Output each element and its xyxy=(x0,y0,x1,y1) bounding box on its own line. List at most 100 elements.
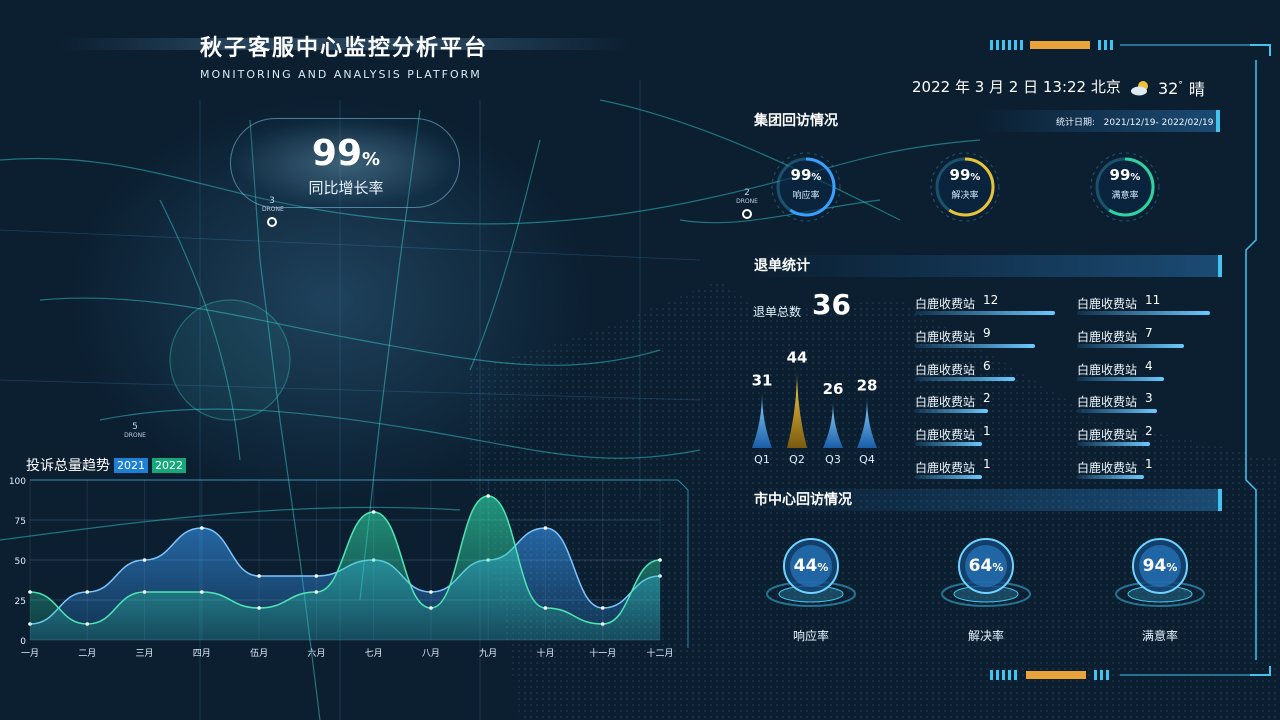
refund-row-name: 白鹿收费站 xyxy=(1077,428,1138,443)
refund-total-label: 退单总数 xyxy=(753,305,802,319)
x-tick-label: 十月 xyxy=(536,647,554,659)
refund-section-title: 退单统计 xyxy=(754,258,810,274)
marker-type: DRONE xyxy=(262,206,284,213)
city-section-title: 市中心回访情况 xyxy=(754,492,852,508)
refund-row-value: 9 xyxy=(983,325,991,340)
x-tick-label: 四月 xyxy=(193,648,211,659)
y-tick-label: 75 xyxy=(15,517,26,527)
refund-row-name: 白鹿收费站 xyxy=(915,362,976,377)
series-point xyxy=(200,590,204,594)
refund-row-bar xyxy=(915,475,982,479)
refund-row: 白鹿收费站 1 xyxy=(1077,457,1227,479)
cone-q2 xyxy=(787,370,807,448)
cone-label: Q2 xyxy=(789,453,805,466)
series-point xyxy=(600,622,605,626)
y-tick-label: 0 xyxy=(20,637,26,647)
footer-decoration xyxy=(990,666,1271,680)
series-point xyxy=(85,590,90,594)
refund-row-bar xyxy=(1077,376,1164,381)
refund-row-value: 1 xyxy=(983,457,991,471)
series-point xyxy=(600,606,605,610)
marker-type: DRONE xyxy=(736,198,758,205)
refund-total-value: 36 xyxy=(812,288,851,321)
map-marker-2[interactable]: 2 DRONE xyxy=(736,188,758,219)
refund-row-name: 白鹿收费站 xyxy=(915,461,976,475)
marker-type: DRONE xyxy=(124,432,146,439)
ring-label: 满意率 xyxy=(1111,191,1139,201)
refund-row-bar xyxy=(915,376,1015,381)
series-point xyxy=(543,606,548,610)
series-point xyxy=(257,606,261,610)
refund-row-value: 1 xyxy=(1145,457,1153,471)
weather-temperature: 32° xyxy=(1158,78,1183,98)
page-title: 秋子客服中心监控分析平台 xyxy=(200,36,489,61)
cone-q4 xyxy=(857,398,877,448)
series-point xyxy=(142,558,147,562)
x-tick-label: 十二月 xyxy=(646,647,673,659)
refund-row-name: 白鹿收费站 xyxy=(915,329,976,344)
refund-row: 白鹿收费站 1 xyxy=(915,424,1065,447)
cone-label: Q3 xyxy=(825,453,841,466)
refund-row-bar xyxy=(1077,475,1144,479)
cone-value: 31 xyxy=(752,371,773,389)
refund-row: 白鹿收费站 3 xyxy=(1077,391,1227,414)
ring-label: 解决率 xyxy=(951,191,979,201)
ring-value: 99% xyxy=(1109,166,1141,184)
growth-rate-label: 同比增长率 xyxy=(308,179,384,197)
cone-value: 28 xyxy=(857,377,878,395)
city-gauge-icon xyxy=(766,538,856,607)
x-tick-label: 八月 xyxy=(422,648,440,659)
refund-row: 白鹿收费站 7 xyxy=(1077,326,1227,348)
ring-label: 响应率 xyxy=(792,191,820,201)
city-label: 响应率 xyxy=(792,629,829,643)
weather-description: 晴 xyxy=(1188,80,1205,99)
x-tick-label: 一月 xyxy=(21,648,39,659)
y-tick-label: 50 xyxy=(15,557,27,567)
series-point xyxy=(543,526,548,530)
cone-q1 xyxy=(752,393,772,448)
refund-row-name: 白鹿收费站 xyxy=(915,297,976,311)
growth-rate-card: 99% 同比增长率 xyxy=(230,118,460,208)
complaint-trend-chart: 0 25 50 75 100 一月 二月 三月 四月 伍月 六月 七月 八月 九月 十月 十一月 十二月 xyxy=(9,477,689,659)
series-point xyxy=(658,558,662,562)
marker-number: 5 xyxy=(132,422,138,432)
right-frame xyxy=(1245,60,1257,660)
city-label: 解决率 xyxy=(967,629,1004,643)
x-tick-label: 十一月 xyxy=(589,647,616,659)
refund-row: 白鹿收费站 6 xyxy=(915,358,1065,381)
refund-row: 白鹿收费站 2 xyxy=(1077,424,1227,447)
group-ring-2: 99% 满意率 xyxy=(1090,152,1160,222)
refund-row-name: 白鹿收费站 xyxy=(915,428,976,443)
refund-row-bar xyxy=(1077,442,1151,447)
cone-value: 44 xyxy=(787,349,808,367)
cone-label: Q1 xyxy=(754,453,770,466)
marker-number: 3 xyxy=(269,196,275,206)
refund-row-value: 1 xyxy=(983,424,991,439)
series-point xyxy=(486,494,490,498)
series-point xyxy=(429,590,433,594)
ring-gauge-icon xyxy=(930,152,1000,222)
refund-row-value: 12 xyxy=(983,293,999,307)
map-marker-3[interactable]: 3 DRONE xyxy=(262,196,284,227)
city-value: 94% xyxy=(1142,556,1178,576)
series-point xyxy=(257,574,261,578)
refund-row: 白鹿收费站 11 xyxy=(1077,293,1227,315)
refund-row-value: 6 xyxy=(983,358,991,373)
series-point xyxy=(200,526,204,530)
map-marker-5[interactable]: 5 DRONE xyxy=(124,422,146,439)
refund-row-value: 11 xyxy=(1145,293,1161,307)
refund-row-bar xyxy=(915,343,1035,348)
city-value: 44% xyxy=(793,556,829,576)
refund-row-name: 白鹿收费站 xyxy=(1077,362,1138,377)
weather-widget: 32° 晴 xyxy=(1130,76,1205,100)
refund-row: 白鹿收费站 4 xyxy=(1077,358,1227,381)
refund-row: 白鹿收费站 12 xyxy=(915,293,1065,315)
x-tick-label: 七月 xyxy=(365,648,383,659)
marker-number: 2 xyxy=(744,188,750,198)
x-tick-label: 三月 xyxy=(136,648,154,659)
refund-row-value: 4 xyxy=(1145,358,1153,373)
group-section-title: 集团回访情况 xyxy=(754,113,838,129)
cone-q3 xyxy=(823,402,843,448)
x-tick-label: 九月 xyxy=(479,648,497,659)
quarter-cone-chart: 31 Q1 44 Q2 26 Q3 28 Q4 xyxy=(752,349,878,466)
